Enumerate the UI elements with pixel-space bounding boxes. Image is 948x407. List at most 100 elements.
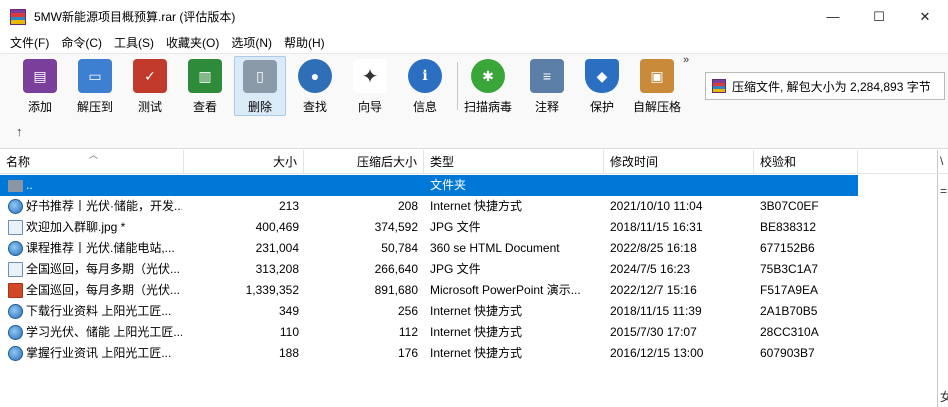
file-crc: F517A9EA xyxy=(760,283,819,297)
sfx-button[interactable]: ▣ 自解压格 xyxy=(631,56,683,116)
wizard-label: 向导 xyxy=(357,100,382,114)
internet-shortcut-icon xyxy=(8,199,23,214)
virus-scan-button[interactable]: ✱ 扫描病毒 xyxy=(462,56,514,116)
delete-label: 删除 xyxy=(247,100,272,114)
column-modified[interactable]: 修改时间 xyxy=(604,150,754,174)
menu-favorites[interactable]: 收藏夹(O) xyxy=(160,33,225,53)
maximize-button[interactable]: ☐ xyxy=(856,0,902,33)
archive-info-box: 压缩文件, 解包大小为 2,284,893 字节 xyxy=(705,72,945,100)
winrar-app-icon[interactable] xyxy=(10,8,26,25)
delete-button[interactable]: ▯ 删除 xyxy=(234,56,286,116)
file-modified: 2018/11/15 11:39 xyxy=(610,304,702,318)
file-name: .. xyxy=(26,178,33,192)
file-packed-size: 112 xyxy=(398,325,418,339)
add-label: 添加 xyxy=(27,100,52,114)
up-arrow-icon[interactable]: ↑ xyxy=(16,124,23,139)
find-button[interactable]: ● 查找 xyxy=(289,56,341,116)
internet-shortcut-icon xyxy=(8,325,23,340)
add-button[interactable]: ▤ 添加 xyxy=(14,56,66,116)
info-icon: i xyxy=(408,59,442,93)
file-packed-size: 266,640 xyxy=(374,262,418,276)
file-name: 全国巡回，每月多期（光伏... xyxy=(26,262,181,276)
column-packed[interactable]: 压缩后大小 xyxy=(304,150,424,174)
minimize-button[interactable]: — xyxy=(810,0,856,33)
powerpoint-file-icon xyxy=(8,283,23,298)
wizard-button[interactable]: ✦ 向导 xyxy=(344,56,396,116)
menu-bar: 文件(F) 命令(C) 工具(S) 收藏夹(O) 选项(N) 帮助(H) xyxy=(0,33,948,53)
column-packed-label: 压缩后大小 xyxy=(356,155,417,169)
file-size: 110 xyxy=(279,325,299,339)
find-magnifier-icon: ● xyxy=(298,59,332,93)
close-button[interactable]: ✕ xyxy=(902,0,948,33)
file-modified: 2022/12/7 15:16 xyxy=(610,283,697,297)
file-size: 213 xyxy=(278,199,299,213)
table-row[interactable]: 欢迎加入群聊.jpg * 400,469 374,592 JPG 文件 2018… xyxy=(0,217,858,238)
file-modified: 2015/7/30 17:07 xyxy=(610,325,697,339)
view-button[interactable]: ▥ 查看 xyxy=(179,56,231,116)
menu-help[interactable]: 帮助(H) xyxy=(278,33,331,53)
file-type: Internet 快捷方式 xyxy=(430,304,523,318)
window-title: 5MW新能源项目概预算.rar (评估版本) xyxy=(34,10,236,24)
file-list[interactable]: 名称 ︿ 大小 压缩后大小 类型 修改时间 校验和 .. 文件夹 好书推荐丨光伏… xyxy=(0,150,936,407)
test-button[interactable]: ✓ 测试 xyxy=(124,56,176,116)
column-name[interactable]: 名称 ︿ xyxy=(0,150,184,174)
protect-button[interactable]: ◆ 保护 xyxy=(576,56,628,116)
table-row[interactable]: 掌握行业资讯 上阳光工匠... 188 176 Internet 快捷方式 20… xyxy=(0,343,858,364)
info-button[interactable]: i 信息 xyxy=(399,56,451,116)
menu-commands[interactable]: 命令(C) xyxy=(55,33,108,53)
jpg-file-icon xyxy=(8,220,23,235)
toolbar-separator xyxy=(457,62,458,110)
test-label: 测试 xyxy=(137,100,162,114)
file-type: JPG 文件 xyxy=(430,262,481,276)
info-side-pane: \ = 女 xyxy=(937,150,948,407)
title-bar: 5MW新能源项目概预算.rar (评估版本) — ☐ ✕ xyxy=(0,0,948,33)
shield-icon: ◆ xyxy=(585,59,619,93)
file-type: Internet 快捷方式 xyxy=(430,199,523,213)
file-crc: 677152B6 xyxy=(760,241,815,255)
file-packed-size: 208 xyxy=(397,199,418,213)
sfx-label: 自解压格 xyxy=(632,100,681,114)
table-row[interactable]: 全国巡回，每月多期（光伏... 1,339,352 891,680 Micros… xyxy=(0,280,858,301)
column-name-label: 名称 xyxy=(6,155,31,169)
side-pane-mark: 女 xyxy=(940,390,948,404)
window-controls: — ☐ ✕ xyxy=(810,0,948,33)
menu-options[interactable]: 选项(N) xyxy=(225,33,278,53)
file-packed-size: 176 xyxy=(397,346,418,360)
file-size: 313,208 xyxy=(255,262,299,276)
wizard-wand-icon: ✦ xyxy=(353,59,387,93)
column-crc[interactable]: 校验和 xyxy=(754,150,858,174)
file-crc: 75B3C1A7 xyxy=(760,262,819,276)
folder-icon xyxy=(8,180,23,192)
file-name: 全国巡回，每月多期（光伏... xyxy=(26,283,181,297)
jpg-file-icon xyxy=(8,262,23,277)
archive-info-text: 压缩文件, 解包大小为 2,284,893 字节 xyxy=(732,79,931,94)
table-row[interactable]: 学习光伏、储能 上阳光工匠... 110 112 Internet 快捷方式 2… xyxy=(0,322,858,343)
column-size[interactable]: 大小 xyxy=(184,150,304,174)
table-row-parent-folder[interactable]: .. 文件夹 xyxy=(0,175,858,196)
file-packed-size: 256 xyxy=(397,304,418,318)
extract-to-button[interactable]: ▭ 解压到 xyxy=(69,56,121,116)
extract-to-icon: ▭ xyxy=(78,59,112,93)
file-name: 欢迎加入群聊.jpg * xyxy=(26,220,126,234)
toolbar-overflow-chevron-icon[interactable]: » xyxy=(683,54,689,66)
column-crc-label: 校验和 xyxy=(760,155,797,169)
file-packed-size: 50,784 xyxy=(381,241,418,255)
column-type-label: 类型 xyxy=(430,155,455,169)
file-packed-size: 891,680 xyxy=(374,283,418,297)
file-type: 360 se HTML Document xyxy=(430,241,560,255)
menu-file[interactable]: 文件(F) xyxy=(4,33,55,53)
find-label: 查找 xyxy=(302,100,327,114)
table-row[interactable]: 课程推荐丨光伏.储能电站,... 231,004 50,784 360 se H… xyxy=(0,238,858,259)
table-row[interactable]: 下载行业资料 上阳光工匠... 349 256 Internet 快捷方式 20… xyxy=(0,301,858,322)
comment-icon: ≡ xyxy=(530,59,564,93)
menu-tools[interactable]: 工具(S) xyxy=(108,33,160,53)
file-size: 349 xyxy=(278,304,299,318)
html-document-icon xyxy=(8,241,23,256)
comment-button[interactable]: ≡ 注释 xyxy=(521,56,573,116)
column-type[interactable]: 类型 xyxy=(424,150,604,174)
file-name: 学习光伏、储能 上阳光工匠... xyxy=(26,325,182,339)
table-row[interactable]: 全国巡回，每月多期（光伏... 313,208 266,640 JPG 文件 2… xyxy=(0,259,858,280)
file-type: JPG 文件 xyxy=(430,220,481,234)
table-row[interactable]: 好书推荐丨光伏·储能，开发... 213 208 Internet 快捷方式 2… xyxy=(0,196,858,217)
file-name: 下载行业资料 上阳光工匠... xyxy=(26,304,172,318)
